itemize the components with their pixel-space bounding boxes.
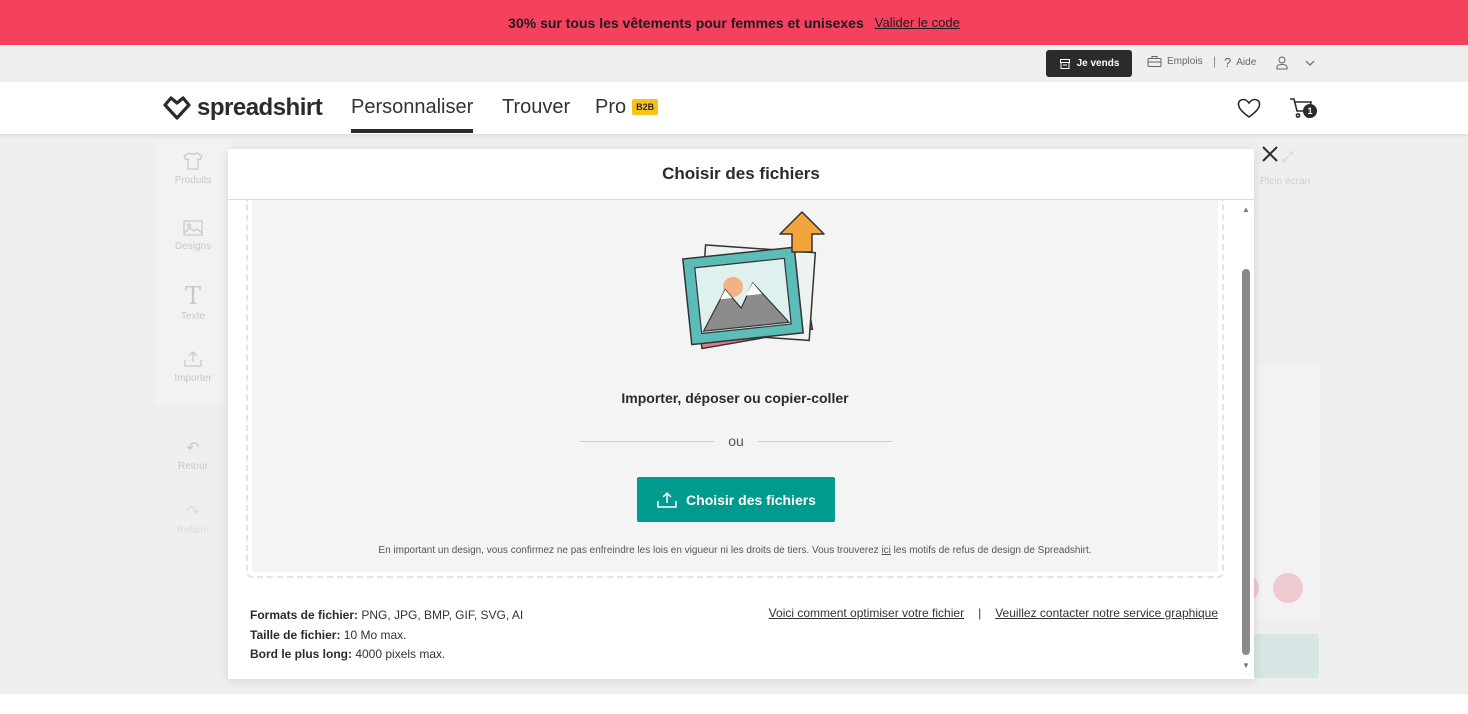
sidebar-item-importer[interactable]: Importer xyxy=(155,350,231,384)
close-icon xyxy=(1262,146,1278,162)
redo-button[interactable]: ↷ Refaire xyxy=(155,502,231,536)
chevron-down-icon[interactable] xyxy=(1305,60,1315,66)
or-text: ou xyxy=(728,433,744,449)
sell-button[interactable]: Je vends xyxy=(1046,50,1132,77)
redo-icon: ↷ xyxy=(186,504,200,521)
tab-pro-label: Pro xyxy=(595,96,627,118)
file-upload-modal: Choisir des fichiers Importer, déposer o… xyxy=(228,149,1254,679)
help-link[interactable]: ? Aide xyxy=(1224,55,1256,70)
redo-label: Refaire xyxy=(176,525,210,536)
heart-logo-icon xyxy=(163,96,191,120)
spreadshirt-logo[interactable]: spreadshirt xyxy=(163,94,323,122)
undo-icon: ↶ xyxy=(186,440,200,457)
sell-button-label: Je vends xyxy=(1076,58,1120,69)
tshirt-icon xyxy=(183,152,203,170)
sidebar-item-texte[interactable]: T Texte xyxy=(155,284,231,322)
add-to-cart-button-bg[interactable] xyxy=(1254,634,1319,678)
tab-trouver[interactable]: Trouver xyxy=(502,96,570,119)
scrollbar-thumb[interactable] xyxy=(1242,269,1250,655)
legal-text-before: En important un design, vous confirmez n… xyxy=(378,545,882,556)
modal-header: Choisir des fichiers xyxy=(228,149,1254,200)
b2b-badge: B2B xyxy=(632,99,659,115)
file-specs: Formats de fichier: PNG, JPG, BMP, GIF, … xyxy=(250,606,523,665)
editor-sidebar: Produits Designs T Texte Importer xyxy=(155,140,231,405)
help-links: Voici comment optimiser votre fichier | … xyxy=(769,606,1218,620)
help-icon: ? xyxy=(1224,55,1232,70)
legal-link-ici[interactable]: ici xyxy=(881,545,890,556)
choose-files-button[interactable]: Choisir des fichiers xyxy=(637,477,835,522)
fullscreen-icon[interactable]: ⤢ xyxy=(1282,148,1293,165)
text-icon: T xyxy=(184,282,201,310)
sidebar-label-designs: Designs xyxy=(174,241,212,252)
spec-edge: Bord le plus long: 4000 pixels max. xyxy=(250,645,523,665)
contact-graphics-link[interactable]: Veuillez contacter notre service graphiq… xyxy=(995,606,1218,620)
page-footer-strip xyxy=(0,694,1468,714)
jobs-label: Emplois xyxy=(1167,56,1203,67)
fullscreen-label[interactable]: Plein écran xyxy=(1260,176,1310,187)
undo-button[interactable]: ↶ Retour xyxy=(155,438,231,472)
optimize-file-link[interactable]: Voici comment optimiser votre fichier xyxy=(769,606,964,620)
cart-count-badge: 1 xyxy=(1303,104,1317,118)
store-icon xyxy=(1059,58,1070,69)
dropzone-area: Importer, déposer ou copier-coller ou Ch… xyxy=(252,200,1218,572)
drop-instructions: Importer, déposer ou copier-coller xyxy=(621,390,849,406)
sidebar-label-texte: Texte xyxy=(181,311,205,322)
sidebar-label-importer: Importer xyxy=(174,373,212,384)
tab-personnaliser[interactable]: Personnaliser xyxy=(351,96,474,133)
sidebar-item-produits[interactable]: Produits xyxy=(155,152,231,186)
utility-bar: Je vends Emplois | ? Aide xyxy=(0,45,1468,82)
choose-files-label: Choisir des fichiers xyxy=(686,491,816,508)
promo-code-link[interactable]: Valider le code xyxy=(875,15,960,30)
scroll-up-arrow-icon[interactable]: ▲ xyxy=(1242,205,1250,214)
file-dropzone[interactable]: Importer, déposer ou copier-coller ou Ch… xyxy=(246,200,1224,578)
sidebar-item-designs[interactable]: Designs xyxy=(155,220,231,252)
promo-banner: 30% sur tous les vêtements pour femmes e… xyxy=(0,0,1468,45)
spec-size-value: 10 Mo max. xyxy=(340,627,407,642)
modal-title: Choisir des fichiers xyxy=(662,164,820,183)
tab-pro[interactable]: Pro B2B xyxy=(595,96,659,119)
upload-icon xyxy=(184,351,202,367)
legal-text-after: les motifs de refus de design de Spreads… xyxy=(890,545,1092,556)
scroll-down-arrow-icon[interactable]: ▼ xyxy=(1242,661,1250,670)
wishlist-heart-icon[interactable] xyxy=(1237,98,1261,119)
main-navigation: spreadshirt Personnaliser Trouver Pro B2B… xyxy=(0,82,1468,134)
divider-line-right xyxy=(757,440,893,442)
utility-separator: | xyxy=(1213,54,1217,68)
divider-line-left xyxy=(580,440,715,442)
links-separator: | xyxy=(978,606,982,620)
undo-label: Retour xyxy=(177,461,208,472)
image-icon xyxy=(183,220,203,236)
spec-edge-value: 4000 pixels max. xyxy=(352,647,446,661)
spec-formats: Formats de fichier: PNG, JPG, BMP, GIF, … xyxy=(250,606,523,626)
spec-edge-label: Bord le plus long: xyxy=(250,647,352,661)
jobs-link[interactable]: Emplois xyxy=(1147,55,1203,68)
sidebar-label-produits: Produits xyxy=(174,175,212,186)
close-modal-button[interactable] xyxy=(1259,145,1281,167)
legal-notice: En important un design, vous confirmez n… xyxy=(252,545,1218,556)
upload-icon xyxy=(657,491,677,508)
promo-text: 30% sur tous les vêtements pour femmes e… xyxy=(508,14,864,31)
upload-illustration xyxy=(681,211,825,350)
spec-size-label: Taille de fichier: xyxy=(250,627,341,642)
spec-size: Taille de fichier: 10 Mo max. xyxy=(250,626,523,646)
briefcase-icon xyxy=(1147,56,1162,67)
cart-button[interactable]: 1 xyxy=(1289,97,1319,121)
color-swatch[interactable] xyxy=(1273,573,1303,603)
modal-scrollbar[interactable]: ▲ ▼ xyxy=(1240,201,1252,676)
spec-formats-value: PNG, JPG, BMP, GIF, SVG, AI xyxy=(358,608,524,622)
help-label: Aide xyxy=(1236,57,1257,68)
or-divider: ou xyxy=(580,432,893,450)
logo-text: spreadshirt xyxy=(197,94,323,121)
spec-formats-label: Formats de fichier: xyxy=(250,608,359,622)
user-icon[interactable] xyxy=(1276,56,1288,70)
